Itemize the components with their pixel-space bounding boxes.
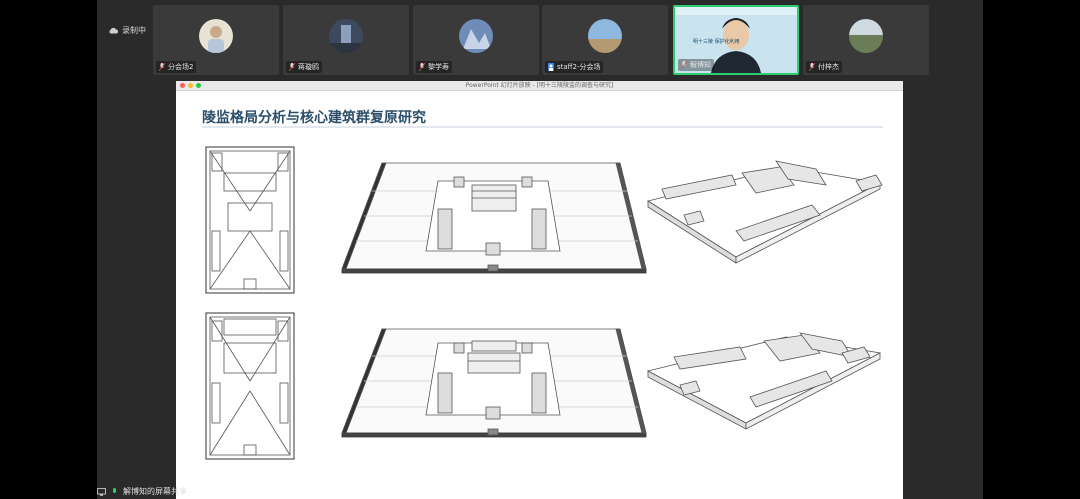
avatar (329, 19, 363, 53)
aerial-view-2 (646, 332, 882, 430)
mic-muted-icon (419, 63, 425, 71)
avatar (849, 19, 883, 53)
site-plan-drawing-1 (205, 146, 295, 294)
right-letterbox (983, 0, 1080, 499)
aerial-view-1 (646, 160, 883, 264)
participant-tile[interactable]: 黎学寿 (413, 5, 539, 75)
cloud-icon (109, 27, 118, 34)
recording-label: 录制中 (122, 26, 146, 35)
avatar (459, 19, 493, 53)
participant-tile[interactable]: 分会场2 (153, 5, 279, 75)
meeting-screen: { "recording": { "label": "录制中", "icon":… (0, 0, 1080, 499)
participant-name-tag: 解博知 (678, 59, 714, 71)
participant-name-tag: 黎学寿 (416, 61, 452, 73)
screen-share-indicator[interactable]: 解博知的屏幕共享 (97, 486, 187, 497)
participant-name-tag: 蒋璇鸥 (286, 61, 322, 73)
participant-name-tag: 付梓杰 (806, 61, 842, 73)
mic-muted-icon (681, 61, 687, 69)
mic-muted-icon (809, 63, 815, 71)
avatar (588, 19, 622, 53)
slideshow-window: PowerPoint 幻灯片放映 - [明十三陵陵监的调查与研究] 陵监格局分析… (176, 81, 903, 499)
participant-name-tag: staff2-分会场 (545, 61, 604, 73)
mic-icon (113, 487, 116, 493)
compound-perspective-2 (341, 328, 647, 438)
participant-tile[interactable]: staff2-分会场 (542, 5, 668, 75)
architectural-drawings (205, 146, 883, 460)
mic-muted-icon (289, 63, 295, 71)
left-letterbox (0, 0, 97, 499)
avatar (199, 19, 233, 53)
site-plan-drawing-2 (205, 312, 295, 460)
participant-tile[interactable]: 蒋璇鸥 (283, 5, 409, 75)
participant-tile[interactable]: 付梓杰 (803, 5, 929, 75)
recording-indicator[interactable]: 录制中 (108, 25, 146, 36)
user-icon (548, 63, 554, 71)
mic-muted-icon (159, 63, 165, 71)
compound-perspective-1 (341, 162, 647, 274)
active-speaker-tile[interactable]: 明十三陵 保护化利用 解博知 (673, 5, 799, 75)
banner-text: 明十三陵 保护化利用 (693, 39, 740, 45)
participant-name-tag: 分会场2 (156, 61, 197, 73)
screen-share-label: 解博知的屏幕共享 (123, 487, 187, 496)
screen-share-icon (97, 487, 106, 496)
